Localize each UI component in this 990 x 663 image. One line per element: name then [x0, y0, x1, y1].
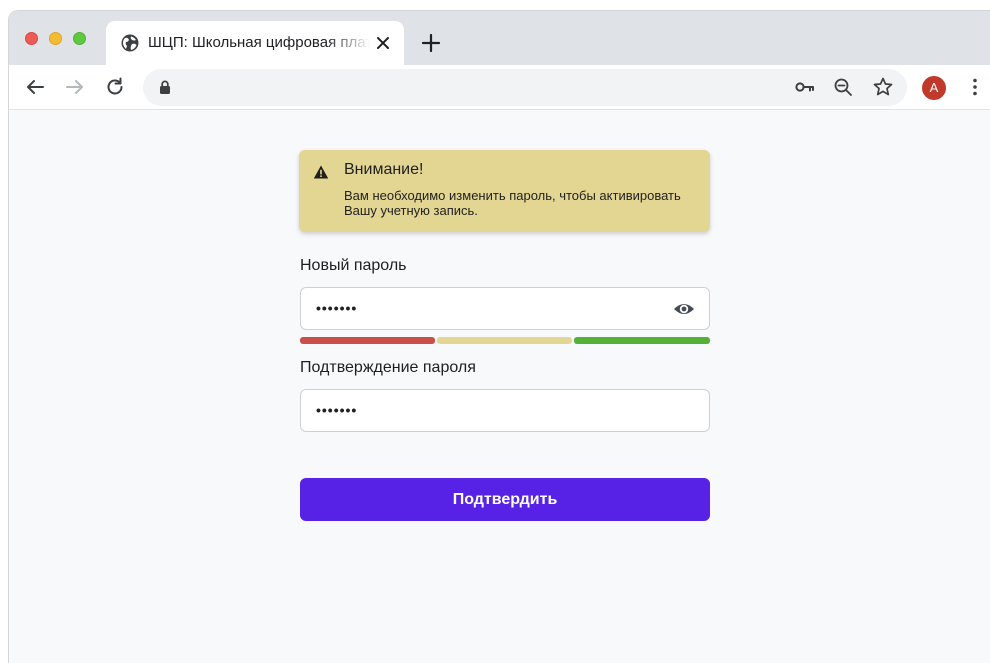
confirm-button[interactable]: Подтвердить	[300, 478, 710, 521]
new-password-value: •••••••	[316, 300, 358, 316]
warning-icon	[313, 165, 329, 179]
browser-window: ШЦП: Школьная цифровая платформа	[8, 10, 990, 663]
globe-icon	[121, 34, 139, 52]
strength-segment-strong	[574, 337, 710, 344]
minimize-window-button[interactable]	[49, 32, 62, 45]
new-password-label: Новый пароль	[300, 257, 407, 274]
strength-segment-weak	[300, 337, 435, 344]
new-password-input[interactable]: •••••••	[300, 287, 710, 330]
browser-tab[interactable]: ШЦП: Школьная цифровая платформа	[106, 21, 404, 65]
tab-title: ШЦП: Школьная цифровая платформа	[148, 34, 370, 51]
new-tab-icon[interactable]	[419, 31, 443, 55]
strength-segment-medium	[437, 337, 572, 344]
alert-message: Вам необходимо изменить пароль, чтобы ак…	[344, 188, 681, 218]
lock-icon[interactable]	[159, 80, 171, 94]
browser-toolbar: A	[9, 65, 990, 110]
back-arrow-icon[interactable]	[23, 75, 47, 99]
bookmark-star-icon[interactable]	[871, 75, 895, 99]
close-window-button[interactable]	[25, 32, 38, 45]
page-content: Внимание! Вам необходимо изменить пароль…	[9, 111, 990, 663]
tab-strip: ШЦП: Школьная цифровая платформа	[9, 11, 990, 65]
menu-kebab-icon[interactable]	[963, 75, 987, 99]
key-icon[interactable]	[793, 75, 817, 99]
maximize-window-button[interactable]	[73, 32, 86, 45]
eye-icon[interactable]	[673, 300, 695, 318]
tab-close-icon[interactable]	[374, 34, 392, 52]
confirm-password-label: Подтверждение пароля	[300, 359, 476, 376]
forward-arrow-icon[interactable]	[63, 75, 87, 99]
password-strength-meter	[300, 337, 710, 344]
zoom-out-icon[interactable]	[831, 75, 855, 99]
address-bar[interactable]	[143, 69, 907, 106]
reload-icon[interactable]	[103, 75, 127, 99]
alert-title: Внимание!	[344, 161, 424, 178]
confirm-password-value: •••••••	[316, 402, 358, 418]
confirm-password-input[interactable]: •••••••	[300, 389, 710, 432]
warning-alert: Внимание! Вам необходимо изменить пароль…	[299, 150, 710, 232]
profile-avatar[interactable]: A	[922, 76, 946, 100]
